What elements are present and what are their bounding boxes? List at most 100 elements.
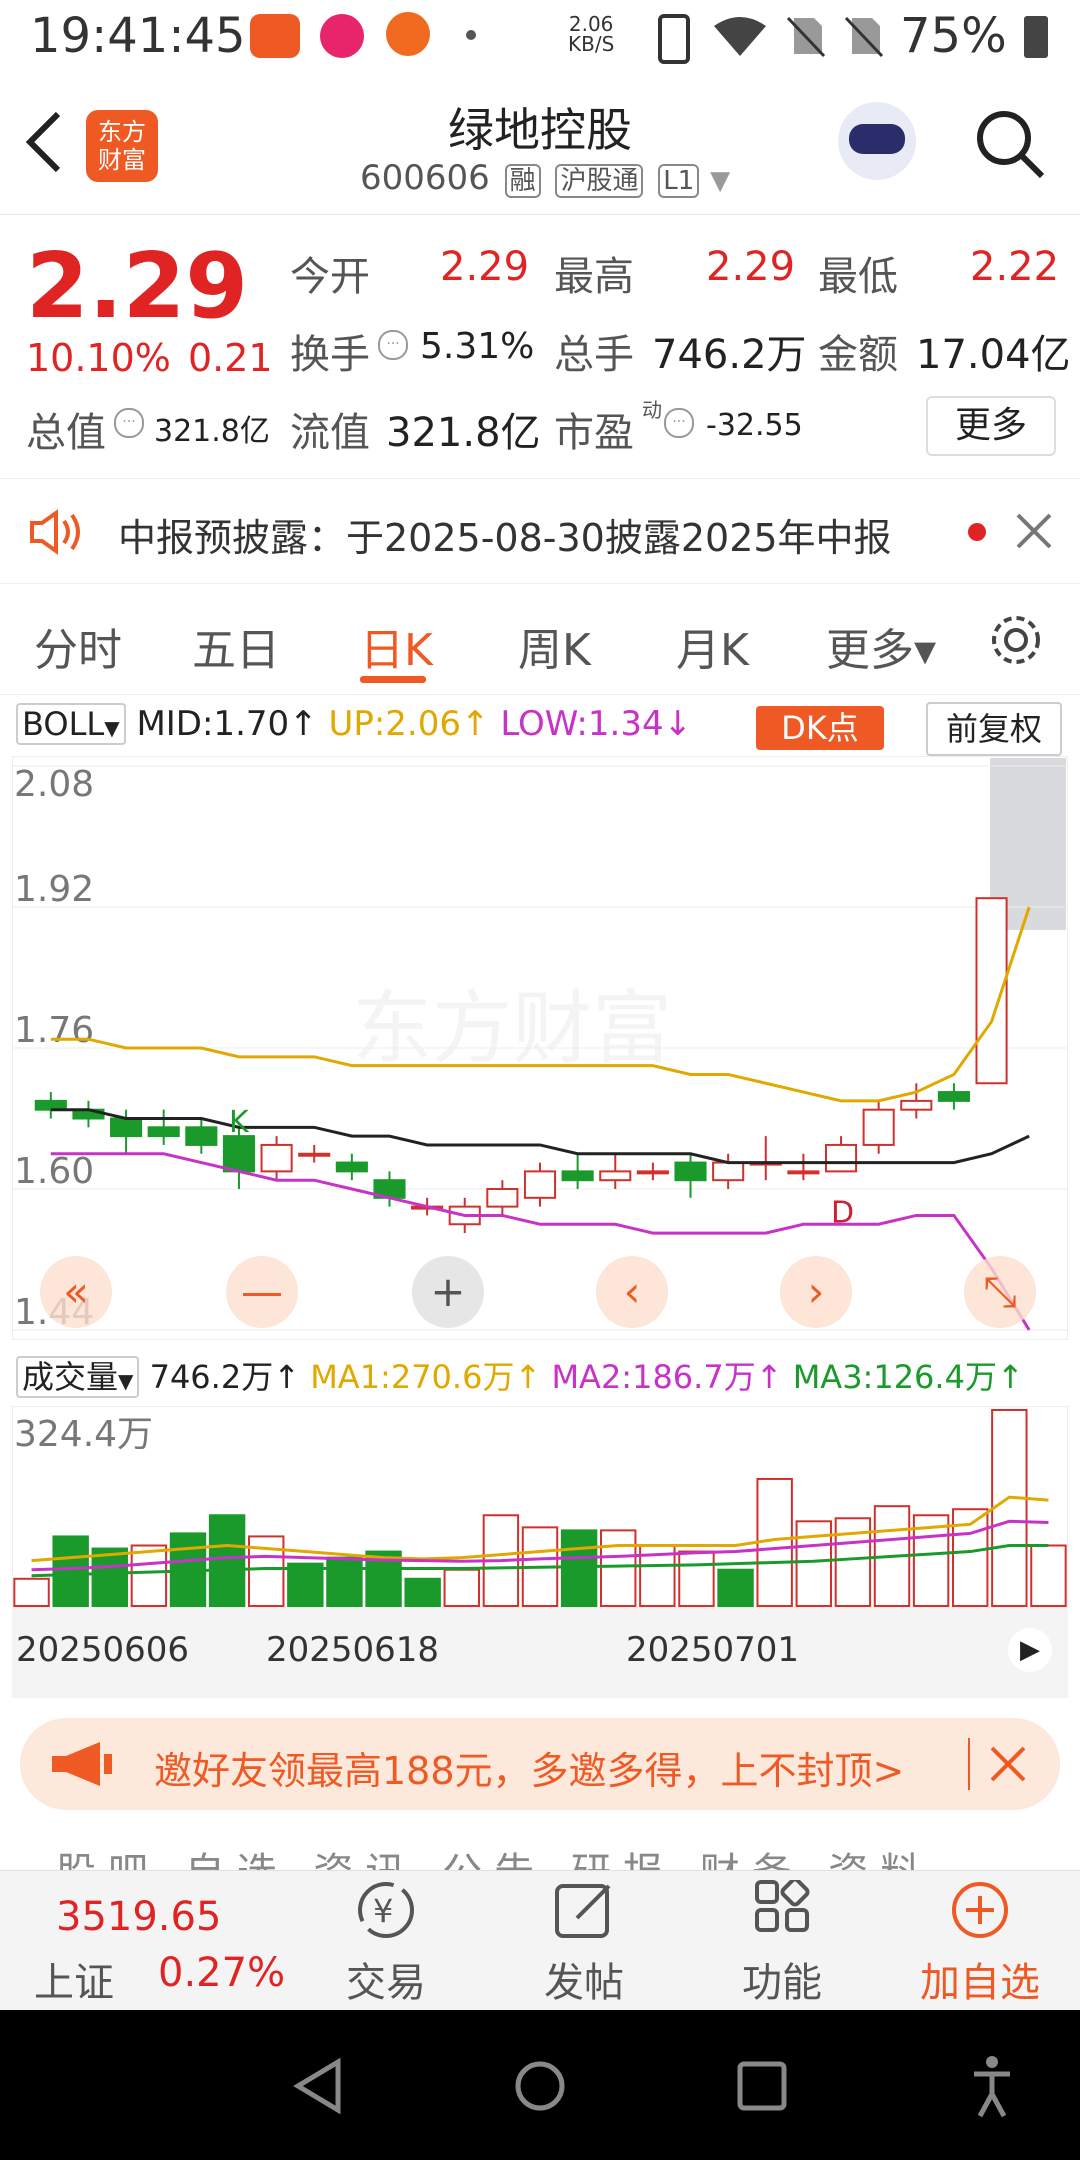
turnover-value: 5.31% <box>420 326 535 367</box>
volume-bar <box>717 1568 754 1607</box>
volume-ma3: MA3:126.4万 <box>792 1358 997 1396</box>
volume-label: 总手 <box>554 332 634 378</box>
low-label: 最低 <box>818 254 898 300</box>
candle-body <box>900 1099 933 1111</box>
pe-value: -32.55 <box>706 408 803 443</box>
home-circle-icon[interactable] <box>512 2058 568 2114</box>
notice-bar[interactable]: 中报预披露：于2025-08-30披露2025年中报 <box>0 478 1080 584</box>
next-icon[interactable]: › <box>780 1256 852 1328</box>
scroll-right-icon[interactable]: ▶ <box>1008 1628 1052 1672</box>
low-value: 2.22 <box>970 244 1060 290</box>
add-circle-icon <box>952 1882 1008 1938</box>
minus-icon[interactable]: — <box>226 1256 298 1328</box>
current-price: 2.29 <box>26 234 249 339</box>
no-sim-icon-2 <box>844 16 884 58</box>
candle-body <box>523 1170 557 1199</box>
settings-gear-icon[interactable] <box>988 612 1044 668</box>
info-icon[interactable]: ··· <box>664 408 694 438</box>
more-button[interactable]: 更多 <box>926 396 1056 456</box>
back-triangle-icon[interactable] <box>292 2058 346 2114</box>
volume-chart[interactable]: 324.4万 <box>12 1406 1068 1608</box>
k-marker: K <box>229 1105 250 1140</box>
boll-mid: MID:1.70 <box>136 704 290 744</box>
edit-icon <box>555 1884 611 1938</box>
high-value: 2.29 <box>706 244 796 290</box>
total-value: 321.8亿 <box>154 414 270 449</box>
index-value[interactable]: 3519.65 <box>56 1894 221 1940</box>
add-watchlist-button[interactable]: 加自选 <box>910 1880 1050 2008</box>
candle-body <box>636 1170 669 1175</box>
tab-more[interactable]: 更多▾ <box>826 614 936 678</box>
search-icon[interactable] <box>974 108 1046 180</box>
volume-bar <box>130 1544 168 1608</box>
megaphone-icon <box>52 1742 112 1786</box>
index-change[interactable]: 0.27% <box>158 1950 285 1996</box>
float-value: 321.8亿 <box>386 410 541 456</box>
expand-icon[interactable]: ▼ <box>710 166 730 196</box>
candle-body <box>824 1143 858 1173</box>
function-button[interactable]: 功能 <box>712 1877 852 2008</box>
adjust-button[interactable]: 前复权 <box>926 702 1062 756</box>
volume-bar <box>1030 1544 1067 1608</box>
change-percent: 10.10% <box>26 336 171 380</box>
volume-bar <box>600 1529 637 1607</box>
boll-low: LOW:1.34 <box>500 704 664 744</box>
change-amount: 0.21 <box>188 336 273 380</box>
trade-button[interactable]: ¥ 交易 <box>316 1880 456 2008</box>
promo-text: 邀好友领最高188元，多邀多得，上不封顶> <box>154 1749 905 1793</box>
volume-bar <box>678 1550 715 1607</box>
volume-bar <box>287 1562 324 1608</box>
accessibility-icon[interactable] <box>970 2054 1014 2118</box>
volume-bar <box>404 1577 441 1607</box>
candle-body <box>862 1108 895 1146</box>
promo-banner[interactable]: 邀好友领最高188元，多邀多得，上不封顶> <box>20 1718 1060 1810</box>
dk-button[interactable]: DK点 <box>756 706 884 750</box>
no-sim-icon <box>786 16 826 58</box>
prev-icon[interactable]: ‹ <box>596 1256 668 1328</box>
tab-monthly-k[interactable]: 月K <box>676 614 749 678</box>
candle-body <box>486 1188 519 1208</box>
candlestick-chart[interactable]: 东方财富 2.081.921.761.601.44 K D <box>12 756 1068 1340</box>
info-icon[interactable]: ··· <box>114 408 144 438</box>
candle-body <box>561 1170 594 1182</box>
candle-body <box>599 1170 632 1182</box>
high-label: 最高 <box>554 254 634 300</box>
tab-intraday[interactable]: 分时 <box>34 614 122 678</box>
video-notification-icon <box>320 14 364 58</box>
indicator-select[interactable]: BOLL▼ <box>16 703 126 745</box>
wifi-icon <box>714 17 766 56</box>
robot-assistant-icon[interactable] <box>838 102 916 180</box>
vibrate-icon <box>658 14 690 64</box>
info-icon[interactable]: ··· <box>378 330 408 360</box>
volume-current: 746.2万 <box>149 1358 274 1396</box>
open-value: 2.29 <box>440 244 530 290</box>
close-icon[interactable] <box>988 1744 1028 1784</box>
volume-indicator-select[interactable]: 成交量▼ <box>16 1356 140 1398</box>
x-tick-3: 20250701 <box>626 1630 800 1670</box>
zoom-out-far-icon[interactable]: « <box>40 1256 112 1328</box>
volume-bar <box>91 1547 128 1608</box>
candle-body <box>712 1161 745 1182</box>
plus-icon[interactable]: + <box>412 1256 484 1328</box>
battery-level: 75% <box>900 8 1007 64</box>
speaker-icon <box>30 509 80 555</box>
divider <box>968 1738 970 1790</box>
volume-bar <box>443 1568 480 1607</box>
volume-indicator-row: 成交量▼ 746.2万↑ MA1:270.6万↑ MA2:186.7万↑ MA3… <box>16 1352 1024 1398</box>
tab-five-day[interactable]: 五日 <box>192 614 280 678</box>
y-tick-label: 1.92 <box>14 869 94 910</box>
close-icon[interactable] <box>1014 511 1054 551</box>
candle-body <box>787 1170 820 1175</box>
svg-text:¥: ¥ <box>373 1892 393 1930</box>
fullscreen-icon[interactable]: ⤡ <box>964 1256 1036 1328</box>
peek-tabs: 股吧 自选 资讯 公告 研报 财务 资料 <box>0 1830 1080 1870</box>
divider <box>0 694 1080 695</box>
post-button[interactable]: 发帖 <box>514 1880 654 2008</box>
battery-icon <box>1024 16 1048 58</box>
recents-square-icon[interactable] <box>736 2060 788 2112</box>
tab-weekly-k[interactable]: 周K <box>518 614 591 678</box>
stock-header: 东方 财富 绿地控股 600606 融 沪股通 L1 ▼ <box>0 80 1080 215</box>
trade-icon: ¥ <box>358 1882 414 1938</box>
tab-daily-k[interactable]: 日K <box>360 614 433 678</box>
index-name[interactable]: 上证 <box>34 1950 114 2008</box>
